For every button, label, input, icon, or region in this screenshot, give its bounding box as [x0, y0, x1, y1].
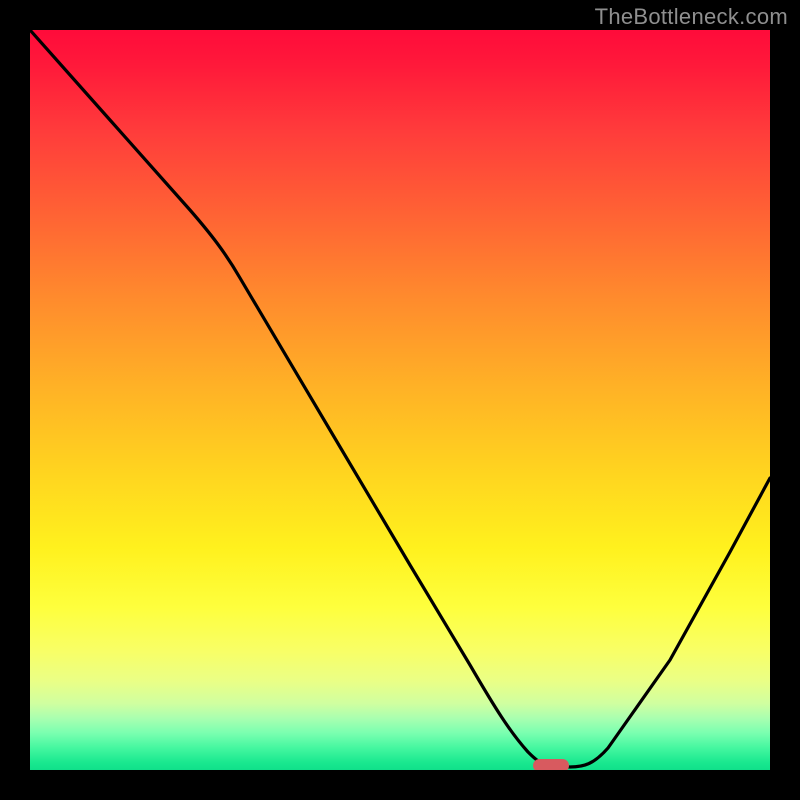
plot-area — [30, 30, 770, 770]
chart-frame: TheBottleneck.com — [0, 0, 800, 800]
curve-layer — [30, 30, 770, 770]
bottleneck-curve — [30, 30, 770, 767]
watermark-text: TheBottleneck.com — [595, 4, 788, 30]
sweet-spot-marker — [533, 759, 569, 770]
